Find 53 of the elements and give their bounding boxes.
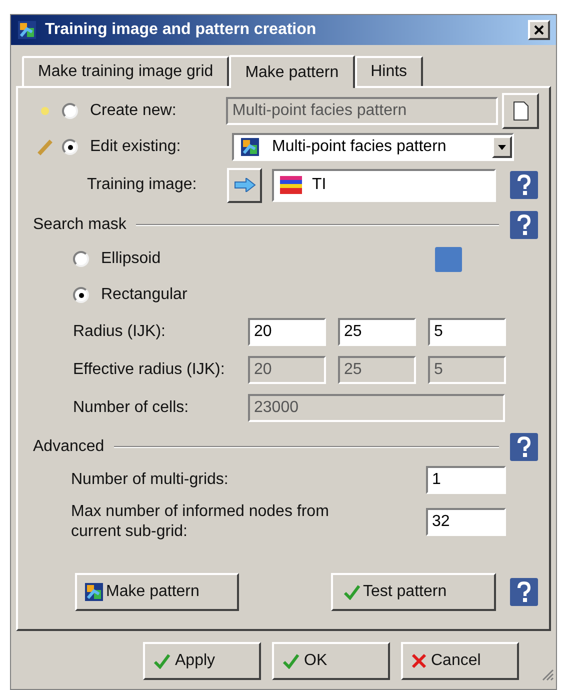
help-icon xyxy=(509,170,540,200)
pattern-icon xyxy=(240,137,260,157)
new-document-button[interactable] xyxy=(502,93,540,129)
window-title: Training image and pattern creation xyxy=(45,20,318,40)
dialog-button[interactable]: Apply xyxy=(143,642,261,680)
help-icon xyxy=(509,210,539,240)
input-field[interactable]: 32 xyxy=(426,508,506,536)
field-label: Radius (IJK): xyxy=(73,322,166,342)
input-field[interactable]: TI xyxy=(272,168,496,202)
resize-grip-icon xyxy=(540,667,554,681)
striped-image-icon xyxy=(280,176,302,194)
section-title: Search mask xyxy=(33,215,126,235)
arrow-button[interactable] xyxy=(227,168,262,202)
input-field[interactable]: 1 xyxy=(426,466,506,494)
radio-button[interactable] xyxy=(62,139,78,155)
dropdown[interactable]: Multi-point facies pattern xyxy=(232,133,514,161)
section-title: Advanced xyxy=(33,437,104,457)
cross-icon xyxy=(411,652,427,668)
check-icon xyxy=(153,652,171,668)
help-icon xyxy=(509,577,539,607)
input-field[interactable]: 20 xyxy=(248,318,326,346)
check-icon xyxy=(282,652,300,668)
field-label: Effective radius (IJK): xyxy=(73,360,226,380)
field-label: Training image: xyxy=(87,175,198,195)
check-icon xyxy=(342,584,361,600)
action-button[interactable]: Test pattern xyxy=(330,573,496,611)
radio-option[interactable]: Rectangular xyxy=(73,283,435,307)
input-field[interactable]: 25 xyxy=(338,318,416,346)
field-label: Number of cells: xyxy=(73,398,190,418)
field-label: Max number of informed nodes from current sub-grid: xyxy=(71,502,330,542)
dialog-button[interactable]: OK xyxy=(272,642,390,680)
document-icon xyxy=(512,101,529,121)
radio-button[interactable] xyxy=(73,251,89,267)
close-icon xyxy=(534,25,544,35)
dropdown-value: Multi-point facies pattern xyxy=(272,137,448,157)
right-arrow-icon xyxy=(234,178,256,192)
tab[interactable]: Hints xyxy=(354,56,424,86)
tab[interactable]: Make training image grid xyxy=(22,56,230,86)
tab[interactable]: Make pattern xyxy=(229,55,355,88)
color-swatch[interactable] xyxy=(435,246,462,272)
pattern-icon xyxy=(84,582,104,602)
app-icon xyxy=(17,20,37,40)
radio-option[interactable]: Ellipsoid xyxy=(73,247,435,271)
field-label: Number of multi-grids: xyxy=(71,470,230,490)
action-button[interactable]: Make pattern xyxy=(75,573,239,611)
help-icon xyxy=(509,432,539,462)
radio-button[interactable] xyxy=(73,287,89,303)
input-field[interactable]: 5 xyxy=(428,318,506,346)
pencil-icon xyxy=(35,137,55,157)
dialog-button[interactable]: Cancel xyxy=(401,642,519,680)
dropdown-arrow-icon xyxy=(498,144,506,150)
radio-option[interactable]: Edit existing: xyxy=(62,135,212,159)
close-button[interactable] xyxy=(528,20,550,40)
